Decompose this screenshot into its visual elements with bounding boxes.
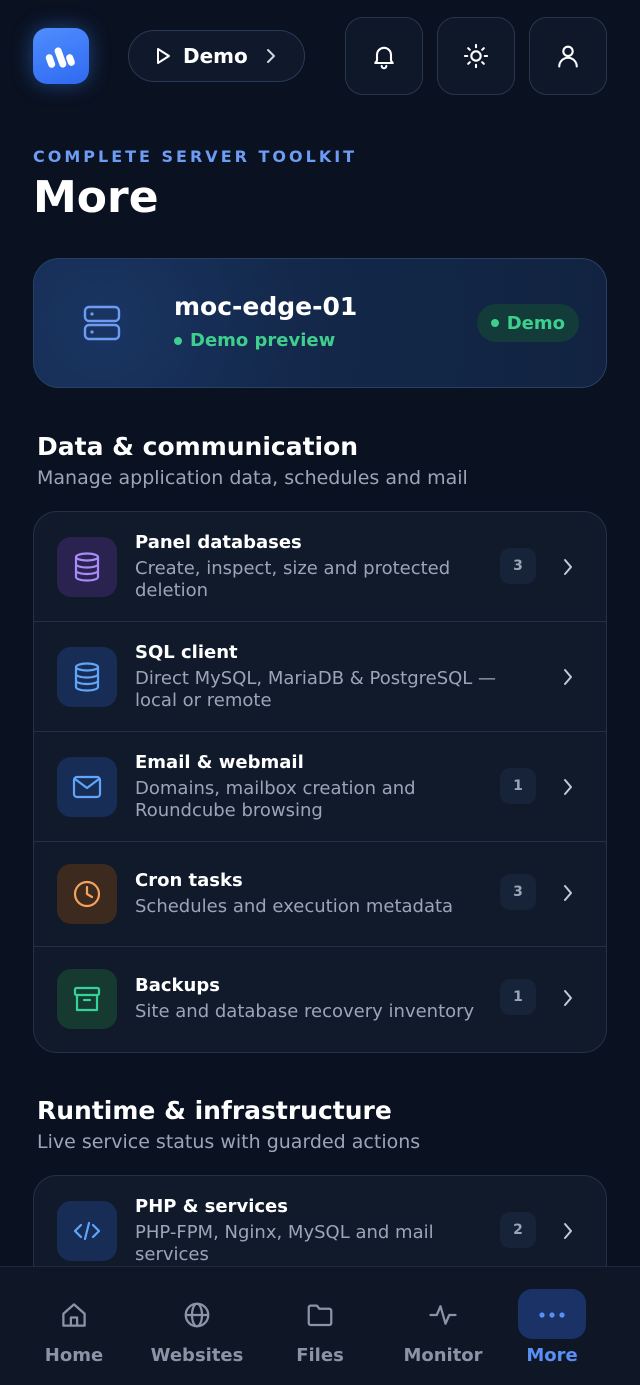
section-subtitle-data: Manage application data, schedules and m… [37, 467, 468, 489]
chevron-right-icon [266, 48, 276, 64]
count-badge: 1 [500, 768, 536, 804]
section-title-runtime: Runtime & infrastructure [37, 1096, 392, 1125]
row-description: PHP-FPM, Nginx, MySQL and mail services [135, 1222, 434, 1265]
more-screen: Demo COMPLETE SERVER TOOLKIT More moc-ed… [0, 0, 640, 1385]
data-communication-list: Panel databases Create, inspect, size an… [33, 511, 607, 1053]
theme-toggle-button[interactable] [437, 17, 515, 95]
play-icon [157, 48, 170, 64]
logo-icon [45, 47, 75, 68]
notifications-button[interactable] [345, 17, 423, 95]
count-badge: 3 [500, 548, 536, 584]
folder-icon [260, 1295, 380, 1335]
count-badge: 3 [500, 874, 536, 910]
account-button[interactable] [529, 17, 607, 95]
row-title: SQL client [135, 642, 238, 663]
row-title: Cron tasks [135, 870, 243, 891]
status-badge: Demo [476, 304, 579, 342]
bottom-nav: Home Websites Files Monitor More [0, 1266, 640, 1385]
server-card[interactable]: moc-edge-01 Demo preview Demo [33, 258, 607, 388]
status-badge-text: Demo [506, 312, 565, 334]
bell-icon [374, 46, 394, 70]
chevron-right-icon [560, 777, 576, 797]
server-status-text: Demo preview [190, 330, 336, 351]
more-icon [492, 1295, 612, 1335]
mail-icon [57, 757, 117, 817]
page-title: More [33, 172, 159, 223]
sun-icon [463, 43, 489, 69]
row-description: Domains, mailbox creation and Roundcube … [135, 778, 416, 821]
globe-icon [137, 1295, 257, 1335]
chevron-right-icon [560, 1221, 576, 1241]
archive-icon [57, 969, 117, 1029]
clock-icon [57, 864, 117, 924]
list-item-panel-databases[interactable]: Panel databases Create, inspect, size an… [34, 512, 606, 622]
list-item-sql-client[interactable]: SQL client Direct MySQL, MariaDB & Postg… [34, 622, 606, 732]
list-item-cron-tasks[interactable]: Cron tasks Schedules and execution metad… [34, 842, 606, 947]
nav-item-home[interactable]: Home [14, 1267, 134, 1385]
top-bar: Demo [0, 0, 640, 110]
chevron-right-icon [560, 557, 576, 577]
row-description: Schedules and execution metadata [135, 896, 454, 917]
nav-label: More [526, 1345, 578, 1366]
nav-item-monitor[interactable]: Monitor [383, 1267, 503, 1385]
activity-icon [383, 1295, 503, 1335]
nav-item-more[interactable]: More [506, 1267, 626, 1385]
code-icon [57, 1201, 117, 1261]
demo-mode-button[interactable]: Demo [128, 30, 305, 82]
home-icon [14, 1295, 134, 1335]
section-subtitle-runtime: Live service status with guarded actions [37, 1131, 421, 1153]
list-item-email-webmail[interactable]: Email & webmail Domains, mailbox creatio… [34, 732, 606, 842]
section-title-data: Data & communication [37, 432, 359, 461]
chevron-right-icon [560, 988, 576, 1008]
server-status: Demo preview [174, 330, 335, 351]
nav-item-websites[interactable]: Websites [137, 1267, 257, 1385]
nav-label: Monitor [403, 1345, 483, 1366]
nav-item-files[interactable]: Files [260, 1267, 380, 1385]
chevron-right-icon [560, 667, 576, 687]
row-description: Site and database recovery inventory [135, 1001, 475, 1022]
server-icon [78, 299, 126, 347]
demo-mode-label: Demo [183, 44, 248, 68]
row-description: Direct MySQL, MariaDB & PostgreSQL — loc… [135, 668, 497, 711]
database-icon [57, 647, 117, 707]
row-title: Panel databases [135, 532, 302, 553]
status-dot [174, 336, 182, 345]
app-logo[interactable] [33, 28, 89, 84]
nav-label: Files [296, 1345, 344, 1366]
badge-dot [490, 319, 499, 327]
row-title: Email & webmail [135, 752, 304, 773]
page-eyebrow: COMPLETE SERVER TOOLKIT [33, 147, 358, 166]
count-badge: 1 [500, 979, 536, 1015]
chevron-right-icon [560, 883, 576, 903]
server-name: moc-edge-01 [174, 292, 358, 321]
count-badge: 2 [500, 1212, 536, 1248]
row-title: PHP & services [135, 1196, 288, 1217]
database-icon [57, 537, 117, 597]
row-title: Backups [135, 975, 220, 996]
list-item-backups[interactable]: Backups Site and database recovery inven… [34, 947, 606, 1052]
row-description: Create, inspect, size and protected dele… [135, 558, 451, 601]
user-icon [558, 45, 578, 68]
nav-label: Home [44, 1345, 104, 1366]
nav-label: Websites [150, 1345, 244, 1366]
